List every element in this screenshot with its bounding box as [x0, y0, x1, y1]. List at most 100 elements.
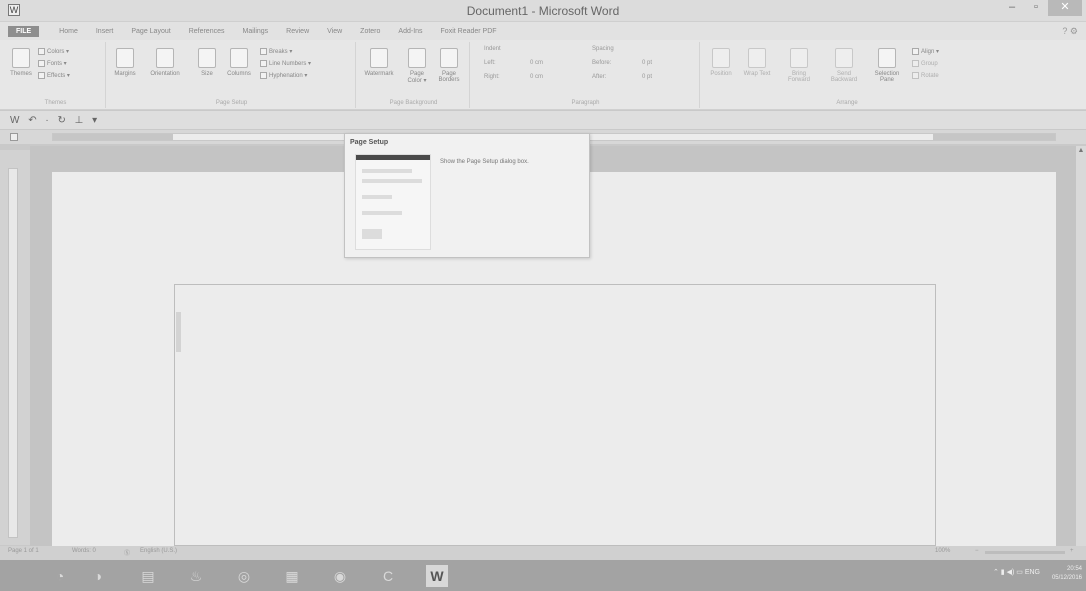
wrap-text-button[interactable]: Wrap Text [742, 48, 772, 77]
taskbar-app-icon[interactable]: ▦ [282, 567, 302, 585]
clock[interactable]: 20:54 05/12/2016 [1052, 565, 1082, 583]
watermark-button[interactable]: Watermark [362, 48, 396, 77]
breaks-icon [260, 48, 267, 55]
zoom-slider[interactable] [985, 551, 1065, 554]
margins-label: Margins [114, 71, 136, 77]
size-button[interactable]: Size [194, 48, 220, 77]
proofing-icon[interactable]: Ⓢ [124, 548, 130, 557]
status-bar: Page 1 of 1 Words: 0 Ⓢ English (U.S.) 10… [0, 546, 1086, 560]
line-numbers-button[interactable]: Line Numbers ▾ [260, 60, 311, 67]
columns-button[interactable]: Columns [226, 48, 252, 77]
chrome-icon[interactable]: C [378, 567, 398, 585]
tab-selector[interactable] [10, 133, 18, 141]
orientation-icon [156, 48, 174, 68]
tab-insert[interactable]: Insert [96, 28, 114, 35]
maximize-button[interactable]: ▫ [1024, 0, 1048, 16]
indent-right-field[interactable]: 0 cm [530, 74, 543, 80]
scroll-up-arrow-icon[interactable]: ▲ [1076, 146, 1086, 156]
ruler-left-margin [53, 134, 173, 140]
page-borders-button[interactable]: Page Borders [436, 48, 462, 83]
preview-line [362, 195, 392, 199]
window-title: Document1 - Microsoft Word [466, 4, 620, 18]
indent-left-field[interactable]: 0 cm [530, 60, 543, 66]
taskbar-app-icon[interactable]: ♨ [186, 567, 206, 585]
preview-line [362, 179, 422, 183]
wrap-text-label: Wrap Text [743, 71, 771, 77]
columns-label: Columns [227, 71, 251, 77]
selection-pane-label: Selection Pane [874, 71, 900, 83]
page-color-icon [408, 48, 426, 68]
word-count[interactable]: Words: 0 [72, 548, 96, 554]
breaks-button[interactable]: Breaks ▾ [260, 48, 292, 55]
tab-mailings[interactable]: Mailings [242, 28, 268, 35]
fonts-button[interactable]: Fonts ▾ [38, 60, 67, 67]
indent-left-label: Left: [484, 60, 496, 66]
group-label: Group [921, 61, 938, 68]
tab-view[interactable]: View [327, 28, 342, 35]
tab-file[interactable]: FILE [8, 25, 40, 37]
tab-foxit-reader-pdf[interactable]: Foxit Reader PDF [441, 28, 497, 35]
taskbar-app-icon[interactable]: ◑ [88, 567, 108, 585]
spacing-after-field[interactable]: 0 pt [642, 74, 652, 80]
ruler-right-margin [933, 134, 1055, 140]
selection-pane-button[interactable]: Selection Pane [870, 48, 904, 83]
tab-page-layout[interactable]: Page Layout [131, 28, 170, 35]
language-indicator[interactable]: English (U.S.) [140, 548, 177, 554]
group-button[interactable]: Group [912, 60, 938, 67]
bring-forward-button[interactable]: Bring Forward [782, 48, 816, 83]
clock-time: 20:54 [1066, 566, 1082, 572]
themes-group-label: Themes [44, 100, 67, 106]
file-explorer-icon[interactable]: ▤ [138, 567, 158, 585]
zoom-out-button[interactable]: − [975, 548, 979, 554]
tab-review[interactable]: Review [286, 28, 309, 35]
page-count[interactable]: Page 1 of 1 [8, 548, 39, 554]
themes-button[interactable]: Themes [8, 48, 34, 77]
vertical-ruler-track [8, 168, 18, 538]
colors-icon [38, 48, 45, 55]
clock-date: 05/12/2016 [1051, 575, 1082, 581]
start-button-icon[interactable]: ◔ [50, 567, 70, 585]
vertical-scrollbar[interactable]: ▲ [1076, 146, 1086, 546]
browser-icon[interactable]: ◎ [234, 567, 254, 585]
hyphenation-button[interactable]: Hyphenation ▾ [260, 72, 307, 79]
effects-button[interactable]: Effects ▾ [38, 72, 70, 79]
hyphenation-icon [260, 72, 267, 79]
page-borders-label: Page Borders [438, 71, 460, 83]
page-color-label: Page Color ▾ [407, 71, 427, 84]
minimize-button[interactable]: – [1000, 0, 1024, 16]
colors-button[interactable]: Colors ▾ [38, 48, 69, 55]
position-icon [712, 48, 730, 68]
tab-references[interactable]: References [189, 28, 225, 35]
page-color-button[interactable]: Page Color ▾ [404, 48, 430, 84]
watermark-icon [370, 48, 388, 68]
spacing-before-field[interactable]: 0 pt [642, 60, 652, 66]
media-player-icon[interactable]: ◉ [330, 567, 350, 585]
bring-forward-icon [790, 48, 808, 68]
align-button[interactable]: Align ▾ [912, 48, 939, 55]
orientation-button[interactable]: Orientation [148, 48, 182, 77]
tooltip-title: Page Setup [350, 139, 389, 146]
paragraph-group: Indent Left: 0 cm Right: 0 cm Spacing Be… [472, 42, 700, 108]
tab-zotero[interactable]: Zotero [360, 28, 380, 35]
rotate-icon [912, 72, 919, 79]
zoom-level[interactable]: 100% [935, 548, 950, 554]
system-tray[interactable]: ⌃ ▮ ◀) ▭ ENG [993, 568, 1040, 576]
zoom-in-button[interactable]: + [1070, 548, 1074, 554]
page-setup-group: Margins Orientation Size Columns Breaks … [108, 42, 356, 108]
quick-access-toolbar[interactable]: W ↶ · ↻ ⊥ ▾ [0, 111, 1086, 129]
position-button[interactable]: Position [706, 48, 736, 77]
word-taskbar-icon[interactable]: W [426, 565, 448, 587]
tab-home[interactable]: Home [59, 28, 78, 35]
line-numbers-label: Line Numbers ▾ [269, 61, 312, 68]
bring-forward-label: Bring Forward [787, 71, 810, 83]
rotate-button[interactable]: Rotate [912, 72, 939, 79]
send-backward-button[interactable]: Send Backward [826, 48, 862, 83]
ribbon: Themes Colors ▾ Fonts ▾ Effects ▾ Themes… [0, 40, 1086, 110]
margins-button[interactable]: Margins [112, 48, 138, 77]
fonts-label: Fonts ▾ [47, 61, 67, 68]
help-icon[interactable]: ? ⚙ [1062, 26, 1078, 37]
effects-label: Effects ▾ [47, 73, 70, 80]
preview-line [362, 211, 402, 215]
close-button[interactable]: ✕ [1048, 0, 1082, 16]
tab-add-ins[interactable]: Add-Ins [398, 28, 422, 35]
